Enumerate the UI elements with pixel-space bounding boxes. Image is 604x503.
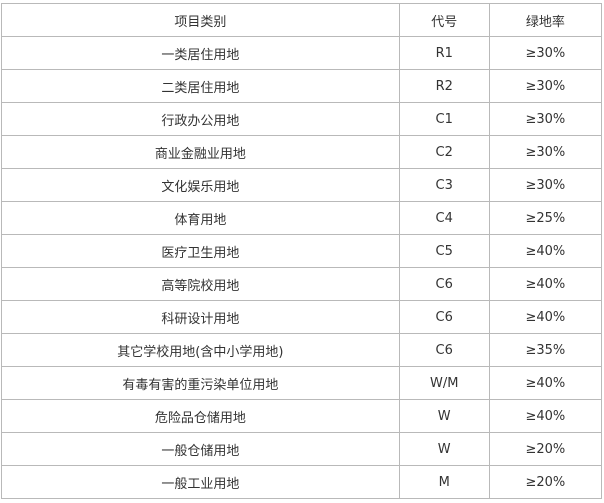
cell-green-rate: ≥40% <box>488 267 603 301</box>
cell-code: C6 <box>398 300 490 334</box>
header-category: 项目类别 <box>1 3 400 37</box>
cell-category: 其它学校用地(含中小学用地) <box>1 333 400 367</box>
table-row: 一般工业用地 M ≥20% <box>1 465 603 499</box>
table-header: 项目类别 代号 绿地率 <box>1 3 603 37</box>
cell-category: 危险品仓储用地 <box>1 399 400 433</box>
cell-green-rate: ≥30% <box>488 69 603 103</box>
cell-code: R2 <box>398 69 490 103</box>
cell-code: C1 <box>398 102 490 136</box>
table-row: 商业金融业用地 C2 ≥30% <box>1 135 603 169</box>
cell-code: C6 <box>398 333 490 367</box>
cell-green-rate: ≥35% <box>488 333 603 367</box>
cell-category: 医疗卫生用地 <box>1 234 400 268</box>
table-row: 其它学校用地(含中小学用地) C6 ≥35% <box>1 333 603 367</box>
cell-category: 一类居住用地 <box>1 36 400 70</box>
table-row: 有毒有害的重污染单位用地 W/M ≥40% <box>1 366 603 400</box>
cell-category: 科研设计用地 <box>1 300 400 334</box>
page: 项目类别 代号 绿地率 一类居住用地 R1 ≥30% 二类居住用地 R2 ≥30… <box>0 0 604 503</box>
cell-green-rate: ≥40% <box>488 399 603 433</box>
cell-green-rate: ≥30% <box>488 135 603 169</box>
cell-green-rate: ≥30% <box>488 168 603 202</box>
cell-category: 二类居住用地 <box>1 69 400 103</box>
cell-green-rate: ≥40% <box>488 366 603 400</box>
cell-category: 行政办公用地 <box>1 102 400 136</box>
table-row: 科研设计用地 C6 ≥40% <box>1 300 603 334</box>
cell-category: 一般仓储用地 <box>1 432 400 466</box>
cell-category: 商业金融业用地 <box>1 135 400 169</box>
cell-code: C6 <box>398 267 490 301</box>
cell-code: C3 <box>398 168 490 202</box>
table-row: 体育用地 C4 ≥25% <box>1 201 603 235</box>
table-row: 一般仓储用地 W ≥20% <box>1 432 603 466</box>
cell-code: C4 <box>398 201 490 235</box>
cell-green-rate: ≥30% <box>488 102 603 136</box>
table-row: 一类居住用地 R1 ≥30% <box>1 36 603 70</box>
table-row: 高等院校用地 C6 ≥40% <box>1 267 603 301</box>
cell-green-rate: ≥20% <box>488 465 603 499</box>
cell-category: 高等院校用地 <box>1 267 400 301</box>
table-row: 行政办公用地 C1 ≥30% <box>1 102 603 136</box>
cell-green-rate: ≥40% <box>488 234 603 268</box>
table-body: 一类居住用地 R1 ≥30% 二类居住用地 R2 ≥30% 行政办公用地 C1 … <box>1 36 603 499</box>
cell-code: R1 <box>398 36 490 70</box>
table-row: 危险品仓储用地 W ≥40% <box>1 399 603 433</box>
green-rate-table: 项目类别 代号 绿地率 一类居住用地 R1 ≥30% 二类居住用地 R2 ≥30… <box>1 3 603 499</box>
cell-code: W/M <box>398 366 490 400</box>
cell-category: 文化娱乐用地 <box>1 168 400 202</box>
cell-code: W <box>398 399 490 433</box>
cell-green-rate: ≥30% <box>488 36 603 70</box>
table-row: 文化娱乐用地 C3 ≥30% <box>1 168 603 202</box>
cell-category: 体育用地 <box>1 201 400 235</box>
cell-code: C5 <box>398 234 490 268</box>
cell-code: W <box>398 432 490 466</box>
cell-category: 有毒有害的重污染单位用地 <box>1 366 400 400</box>
cell-code: M <box>398 465 490 499</box>
cell-code: C2 <box>398 135 490 169</box>
header-code: 代号 <box>398 3 490 37</box>
cell-green-rate: ≥40% <box>488 300 603 334</box>
header-row: 项目类别 代号 绿地率 <box>1 3 603 37</box>
header-green-rate: 绿地率 <box>488 3 603 37</box>
table-row: 二类居住用地 R2 ≥30% <box>1 69 603 103</box>
cell-green-rate: ≥25% <box>488 201 603 235</box>
cell-green-rate: ≥20% <box>488 432 603 466</box>
cell-category: 一般工业用地 <box>1 465 400 499</box>
table-row: 医疗卫生用地 C5 ≥40% <box>1 234 603 268</box>
